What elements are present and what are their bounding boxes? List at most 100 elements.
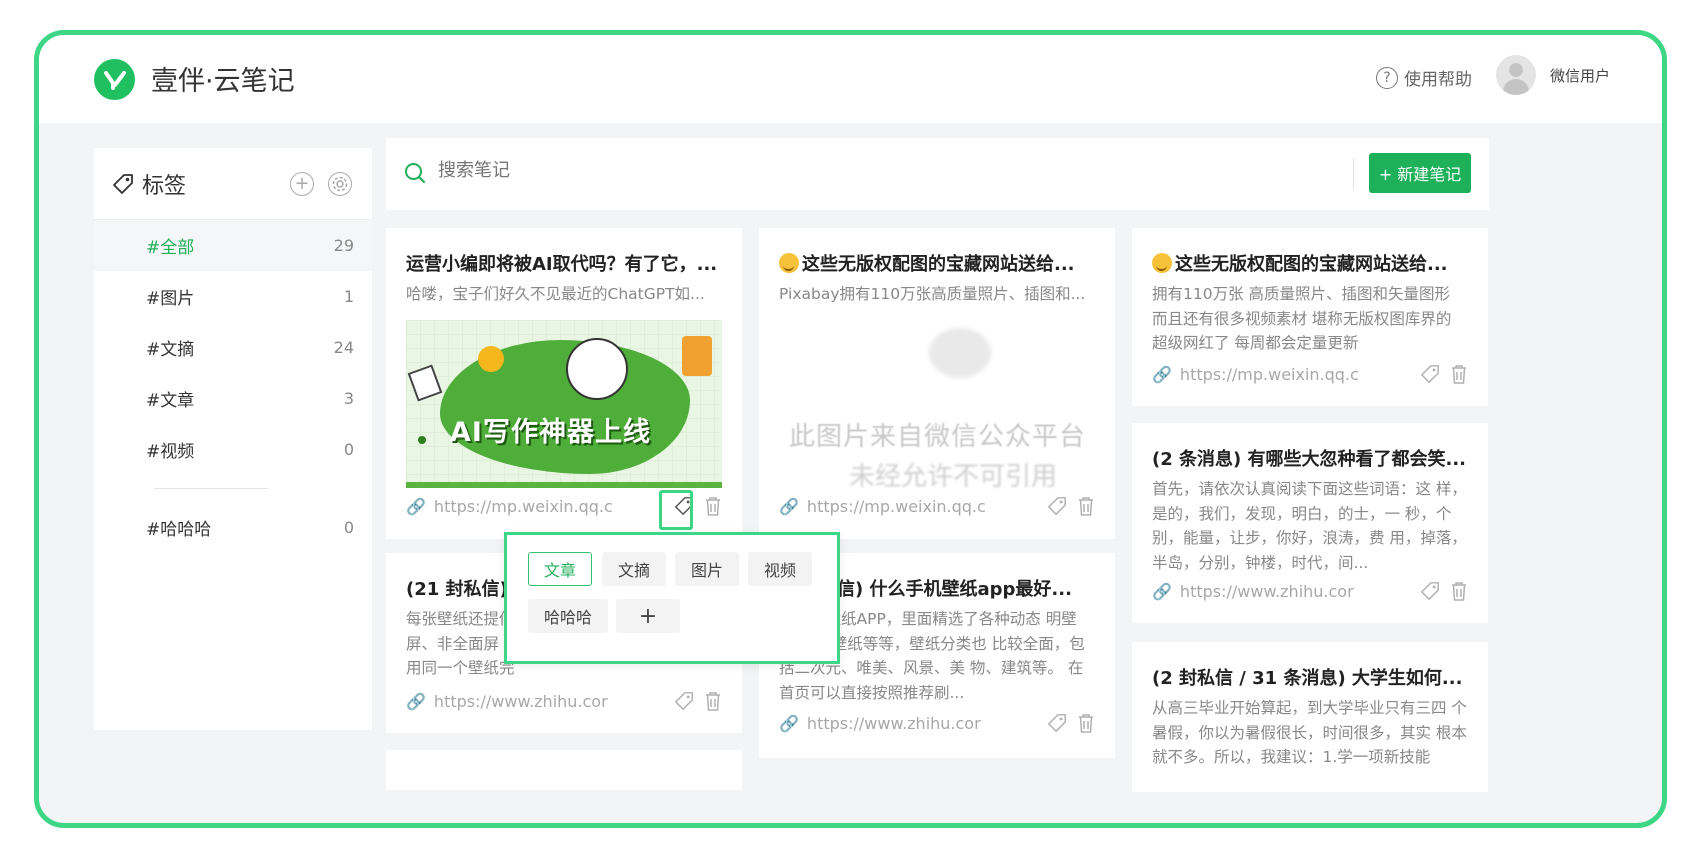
note-link[interactable]: 🔗 https://mp.weixin.qq.c [1152, 365, 1420, 384]
note-card[interactable]: 这些无版权配图的宝藏网站送给... Pixabay拥有110万张高质量照片、插图… [759, 228, 1115, 539]
link-text: https://www.zhihu.cor [433, 691, 608, 711]
note-card[interactable] [386, 750, 742, 790]
link-icon: 🔗 [779, 496, 799, 516]
help-label: 使用帮助 [1404, 70, 1472, 90]
tag-count: 0 [343, 518, 354, 537]
note-title: (2 封私信 / 31 条消息) 大学生如何... [1152, 668, 1463, 689]
note-title: 这些无版权配图的宝藏网站送给... [1152, 250, 1468, 276]
note-link[interactable]: 🔗 https://mp.weixin.qq.c [406, 497, 674, 516]
highlighted-tag-button[interactable] [659, 490, 693, 530]
watermark-text: 此图片来自微信公众平台 [789, 422, 1087, 452]
note-footer: 🔗 https://www.zhihu.cor [406, 691, 722, 711]
question-icon: ? [1376, 66, 1398, 89]
tag-count: 3 [343, 389, 354, 408]
tag-count: 29 [333, 236, 354, 255]
note-title: (2 条消息) 有哪些大忽种看了都会笑... [1152, 449, 1467, 470]
app-title: 壹伴·云笔记 [151, 66, 295, 97]
trash-icon[interactable] [1450, 581, 1468, 601]
logo-icon [94, 59, 135, 100]
tag-count: 0 [343, 440, 354, 459]
link-icon: 🔗 [779, 713, 799, 733]
tag-icon[interactable] [1047, 496, 1067, 516]
divider [154, 488, 268, 489]
tag-icon[interactable] [674, 691, 694, 711]
link-icon: 🔗 [406, 691, 426, 711]
sidebar-title: 标签 [142, 173, 187, 199]
note-thumbnail: 此图片来自微信公众平台 未经允许不可引用 [779, 324, 1095, 500]
note-title: 这些无版权配图的宝藏网站送给... [779, 250, 1095, 276]
user-menu[interactable]: 微信用户 [1495, 55, 1610, 95]
sidebar-item-articles[interactable]: #文章 3 [94, 373, 372, 424]
watermark-text: 未经允许不可引用 [849, 462, 1058, 492]
tag-chip-article[interactable]: 文章 [528, 552, 592, 586]
sidebar-item-images[interactable]: #图片 1 [94, 271, 372, 322]
tag-chip-digest[interactable]: 文摘 [602, 552, 666, 586]
sidebar-item-custom-tag[interactable]: #哈哈哈 0 [94, 502, 372, 553]
sidebar-item-all[interactable]: #全部 29 [94, 220, 372, 271]
tag-label: #哈哈哈 [146, 520, 212, 540]
top-bar: 壹伴·云笔记 ? 使用帮助 微信用户 [39, 35, 1662, 123]
trash-icon[interactable] [704, 496, 722, 516]
trash-icon[interactable] [1450, 364, 1468, 384]
note-thumbnail: AI写作神器上线 [406, 320, 722, 488]
search-bar: + 新建笔记 [386, 138, 1489, 210]
tag-label: #文摘 [146, 340, 195, 360]
note-desc: Pixabay拥有110万张高质量照片、插图和... [779, 285, 1086, 303]
link-text: https://www.zhihu.cor [1179, 581, 1354, 601]
tag-label: #视频 [146, 442, 195, 462]
link-icon: 🔗 [1152, 581, 1172, 601]
tag-chip-video[interactable]: 视频 [748, 552, 812, 586]
add-tag-button[interactable]: + [616, 599, 680, 633]
note-footer: 🔗 https://mp.weixin.qq.c [1152, 364, 1468, 384]
tag-count: 1 [343, 287, 354, 306]
gear-icon[interactable] [328, 172, 352, 196]
tag-label: #图片 [146, 289, 195, 309]
note-link[interactable]: 🔗 https://mp.weixin.qq.c [779, 497, 1047, 516]
note-card[interactable]: (2 封私信 / 31 条消息) 大学生如何... 从高三毕业开始算起，到大学毕… [1132, 642, 1488, 792]
trash-icon[interactable] [1077, 713, 1095, 733]
add-tag-icon[interactable]: + [290, 172, 314, 196]
tag-selector-popup: 文章 文摘 图片 视频 哈哈哈 + [504, 532, 840, 664]
new-note-button[interactable]: + 新建笔记 [1369, 153, 1471, 193]
note-link[interactable]: 🔗 https://www.zhihu.cor [1152, 582, 1420, 601]
note-desc: 从高三毕业开始算起，到大学毕业只有三四 个暑假，你以为暑假很长，时间很多，其实 … [1152, 699, 1467, 766]
tag-label: #文章 [146, 391, 195, 411]
tag-icon[interactable] [1047, 713, 1067, 733]
trash-icon[interactable] [704, 691, 722, 711]
note-desc: 哈喽，宝子们好久不见最近的ChatGPT如... [406, 285, 705, 303]
sidebar-item-videos[interactable]: #视频 0 [94, 424, 372, 475]
tag-count: 24 [333, 338, 354, 357]
user-name: 微信用户 [1549, 66, 1610, 85]
search-input[interactable] [438, 160, 938, 181]
link-icon: 🔗 [406, 496, 426, 516]
link-icon: 🔗 [1152, 364, 1172, 384]
note-footer: 🔗 https://mp.weixin.qq.c [779, 496, 1095, 516]
note-desc: 首先，请依次认真阅读下面这些词语：这 样，是的，我们，发现，明白，的士，一 秒，… [1152, 480, 1467, 572]
link-text: https://www.zhihu.cor [806, 713, 981, 733]
tag-icon[interactable] [1420, 364, 1440, 384]
note-link[interactable]: 🔗 https://www.zhihu.cor [406, 692, 674, 711]
tag-chip-custom[interactable]: 哈哈哈 [528, 599, 608, 633]
tag-chip-image[interactable]: 图片 [675, 552, 739, 586]
thumbnail-text: AI写作神器上线 [450, 417, 651, 448]
note-desc: 拥有110万张 高质量照片、插图和矢量图形 而且还有很多视频素材 堪称无版权图库… [1152, 285, 1452, 352]
link-text: https://mp.weixin.qq.c [806, 496, 986, 516]
note-link[interactable]: 🔗 https://www.zhihu.cor [779, 714, 1047, 733]
divider [1353, 158, 1354, 190]
trash-icon[interactable] [1077, 496, 1095, 516]
sidebar-header: 标签 + [94, 148, 372, 220]
note-footer: 🔗 https://www.zhihu.cor [1152, 581, 1468, 601]
tag-icon[interactable] [1420, 581, 1440, 601]
avatar [1495, 55, 1536, 95]
emoji-icon [779, 253, 799, 273]
note-card[interactable]: 这些无版权配图的宝藏网站送给... 拥有110万张 高质量照片、插图和矢量图形 … [1132, 228, 1488, 406]
search-icon [405, 163, 426, 184]
app-window: 壹伴·云笔记 ? 使用帮助 微信用户 标签 + #全部 29 #图片 1 #文摘… [34, 30, 1667, 828]
note-footer: 🔗 https://www.zhihu.cor [779, 713, 1095, 733]
help-link[interactable]: ? 使用帮助 [1376, 65, 1472, 90]
link-text: https://mp.weixin.qq.c [1179, 364, 1359, 384]
note-card[interactable]: (2 条消息) 有哪些大忽种看了都会笑... 首先，请依次认真阅读下面这些词语：… [1132, 423, 1488, 623]
sidebar-item-digest[interactable]: #文摘 24 [94, 322, 372, 373]
emoji-icon [1152, 253, 1172, 273]
note-title: 运营小编即将被AI取代吗？有了它，... [406, 254, 718, 275]
